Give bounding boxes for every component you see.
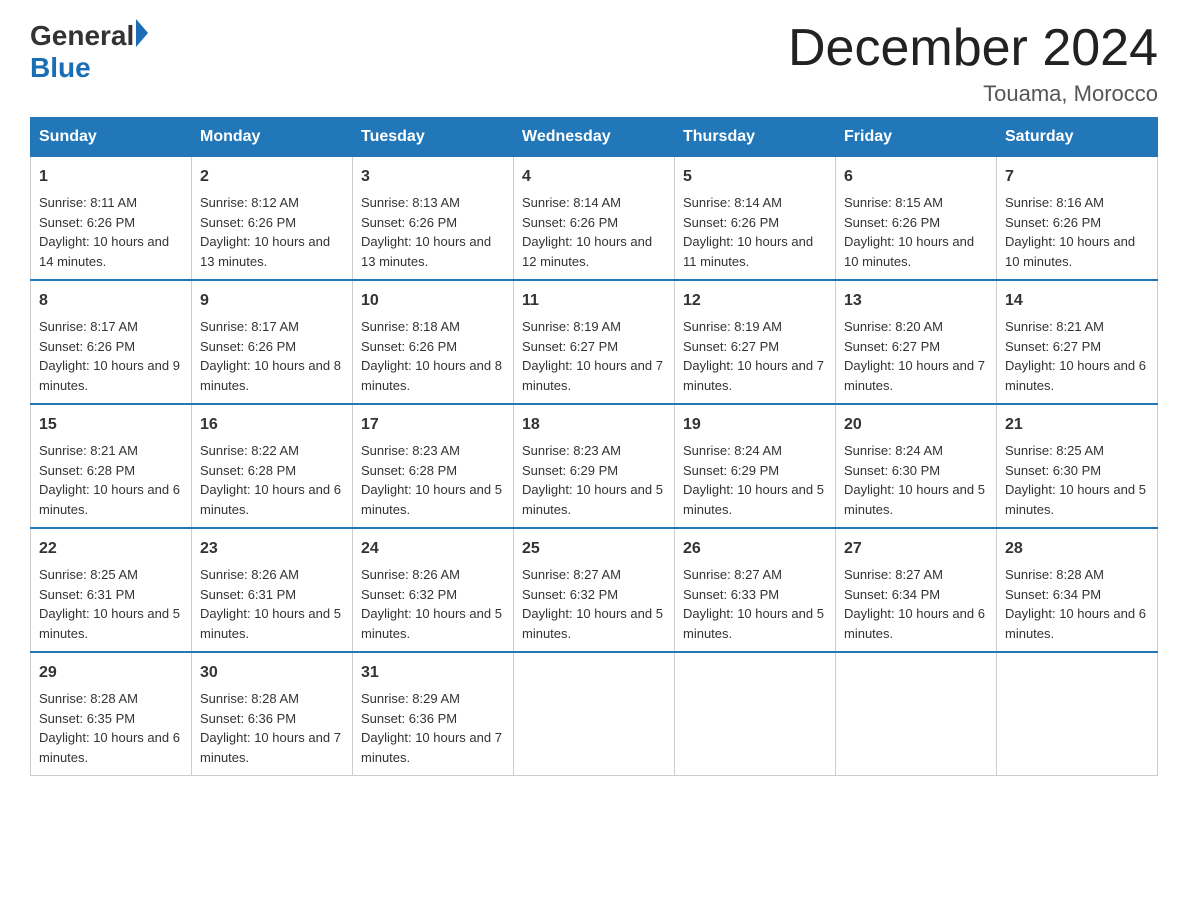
logo-general-text: General	[30, 20, 134, 52]
calendar-cell: 10Sunrise: 8:18 AMSunset: 6:26 PMDayligh…	[353, 280, 514, 404]
weekday-header-saturday: Saturday	[997, 118, 1158, 157]
day-number: 25	[522, 537, 666, 561]
calendar-cell: 11Sunrise: 8:19 AMSunset: 6:27 PMDayligh…	[514, 280, 675, 404]
day-number: 2	[200, 165, 344, 189]
day-number: 26	[683, 537, 827, 561]
calendar-cell: 30Sunrise: 8:28 AMSunset: 6:36 PMDayligh…	[192, 652, 353, 776]
day-number: 4	[522, 165, 666, 189]
calendar-cell: 21Sunrise: 8:25 AMSunset: 6:30 PMDayligh…	[997, 404, 1158, 528]
calendar-cell: 16Sunrise: 8:22 AMSunset: 6:28 PMDayligh…	[192, 404, 353, 528]
calendar-week-row: 29Sunrise: 8:28 AMSunset: 6:35 PMDayligh…	[31, 652, 1158, 776]
weekday-header-friday: Friday	[836, 118, 997, 157]
calendar-cell: 2Sunrise: 8:12 AMSunset: 6:26 PMDaylight…	[192, 157, 353, 281]
weekday-header-row: SundayMondayTuesdayWednesdayThursdayFrid…	[31, 118, 1158, 157]
day-number: 31	[361, 661, 505, 685]
calendar-cell: 9Sunrise: 8:17 AMSunset: 6:26 PMDaylight…	[192, 280, 353, 404]
calendar-cell: 25Sunrise: 8:27 AMSunset: 6:32 PMDayligh…	[514, 528, 675, 652]
day-number: 17	[361, 413, 505, 437]
calendar-cell: 15Sunrise: 8:21 AMSunset: 6:28 PMDayligh…	[31, 404, 192, 528]
calendar-cell: 31Sunrise: 8:29 AMSunset: 6:36 PMDayligh…	[353, 652, 514, 776]
calendar-cell: 23Sunrise: 8:26 AMSunset: 6:31 PMDayligh…	[192, 528, 353, 652]
day-number: 11	[522, 289, 666, 313]
calendar-cell: 13Sunrise: 8:20 AMSunset: 6:27 PMDayligh…	[836, 280, 997, 404]
calendar-cell: 17Sunrise: 8:23 AMSunset: 6:28 PMDayligh…	[353, 404, 514, 528]
calendar-cell	[997, 652, 1158, 776]
day-number: 12	[683, 289, 827, 313]
day-number: 23	[200, 537, 344, 561]
calendar-header: SundayMondayTuesdayWednesdayThursdayFrid…	[31, 118, 1158, 157]
day-number: 1	[39, 165, 183, 189]
calendar-table: SundayMondayTuesdayWednesdayThursdayFrid…	[30, 117, 1158, 776]
day-number: 29	[39, 661, 183, 685]
calendar-cell: 1Sunrise: 8:11 AMSunset: 6:26 PMDaylight…	[31, 157, 192, 281]
day-number: 20	[844, 413, 988, 437]
day-number: 21	[1005, 413, 1149, 437]
day-number: 13	[844, 289, 988, 313]
day-number: 15	[39, 413, 183, 437]
calendar-week-row: 15Sunrise: 8:21 AMSunset: 6:28 PMDayligh…	[31, 404, 1158, 528]
calendar-cell	[514, 652, 675, 776]
calendar-cell: 12Sunrise: 8:19 AMSunset: 6:27 PMDayligh…	[675, 280, 836, 404]
day-number: 6	[844, 165, 988, 189]
title-block: December 2024 Touama, Morocco	[788, 20, 1158, 107]
calendar-cell: 7Sunrise: 8:16 AMSunset: 6:26 PMDaylight…	[997, 157, 1158, 281]
calendar-cell	[836, 652, 997, 776]
day-number: 16	[200, 413, 344, 437]
calendar-cell: 29Sunrise: 8:28 AMSunset: 6:35 PMDayligh…	[31, 652, 192, 776]
day-number: 18	[522, 413, 666, 437]
calendar-cell: 3Sunrise: 8:13 AMSunset: 6:26 PMDaylight…	[353, 157, 514, 281]
calendar-body: 1Sunrise: 8:11 AMSunset: 6:26 PMDaylight…	[31, 157, 1158, 776]
weekday-header-thursday: Thursday	[675, 118, 836, 157]
calendar-cell: 24Sunrise: 8:26 AMSunset: 6:32 PMDayligh…	[353, 528, 514, 652]
weekday-header-wednesday: Wednesday	[514, 118, 675, 157]
day-number: 5	[683, 165, 827, 189]
day-number: 8	[39, 289, 183, 313]
calendar-cell: 18Sunrise: 8:23 AMSunset: 6:29 PMDayligh…	[514, 404, 675, 528]
day-number: 30	[200, 661, 344, 685]
day-number: 27	[844, 537, 988, 561]
day-number: 19	[683, 413, 827, 437]
day-number: 28	[1005, 537, 1149, 561]
day-number: 7	[1005, 165, 1149, 189]
day-number: 24	[361, 537, 505, 561]
logo: General Blue	[30, 20, 148, 84]
weekday-header-monday: Monday	[192, 118, 353, 157]
calendar-cell: 4Sunrise: 8:14 AMSunset: 6:26 PMDaylight…	[514, 157, 675, 281]
calendar-cell: 22Sunrise: 8:25 AMSunset: 6:31 PMDayligh…	[31, 528, 192, 652]
day-number: 9	[200, 289, 344, 313]
day-number: 3	[361, 165, 505, 189]
location-subtitle: Touama, Morocco	[788, 81, 1158, 107]
day-number: 10	[361, 289, 505, 313]
calendar-cell: 14Sunrise: 8:21 AMSunset: 6:27 PMDayligh…	[997, 280, 1158, 404]
page-title: December 2024	[788, 20, 1158, 77]
calendar-cell	[675, 652, 836, 776]
calendar-week-row: 8Sunrise: 8:17 AMSunset: 6:26 PMDaylight…	[31, 280, 1158, 404]
calendar-cell: 5Sunrise: 8:14 AMSunset: 6:26 PMDaylight…	[675, 157, 836, 281]
logo-arrow-icon	[136, 19, 148, 47]
calendar-week-row: 1Sunrise: 8:11 AMSunset: 6:26 PMDaylight…	[31, 157, 1158, 281]
calendar-cell: 6Sunrise: 8:15 AMSunset: 6:26 PMDaylight…	[836, 157, 997, 281]
logo-blue-text: Blue	[30, 52, 91, 84]
calendar-cell: 26Sunrise: 8:27 AMSunset: 6:33 PMDayligh…	[675, 528, 836, 652]
calendar-week-row: 22Sunrise: 8:25 AMSunset: 6:31 PMDayligh…	[31, 528, 1158, 652]
calendar-cell: 20Sunrise: 8:24 AMSunset: 6:30 PMDayligh…	[836, 404, 997, 528]
calendar-cell: 8Sunrise: 8:17 AMSunset: 6:26 PMDaylight…	[31, 280, 192, 404]
day-number: 14	[1005, 289, 1149, 313]
calendar-cell: 28Sunrise: 8:28 AMSunset: 6:34 PMDayligh…	[997, 528, 1158, 652]
weekday-header-tuesday: Tuesday	[353, 118, 514, 157]
day-number: 22	[39, 537, 183, 561]
weekday-header-sunday: Sunday	[31, 118, 192, 157]
calendar-cell: 27Sunrise: 8:27 AMSunset: 6:34 PMDayligh…	[836, 528, 997, 652]
page-header: General Blue December 2024 Touama, Moroc…	[30, 20, 1158, 107]
calendar-cell: 19Sunrise: 8:24 AMSunset: 6:29 PMDayligh…	[675, 404, 836, 528]
